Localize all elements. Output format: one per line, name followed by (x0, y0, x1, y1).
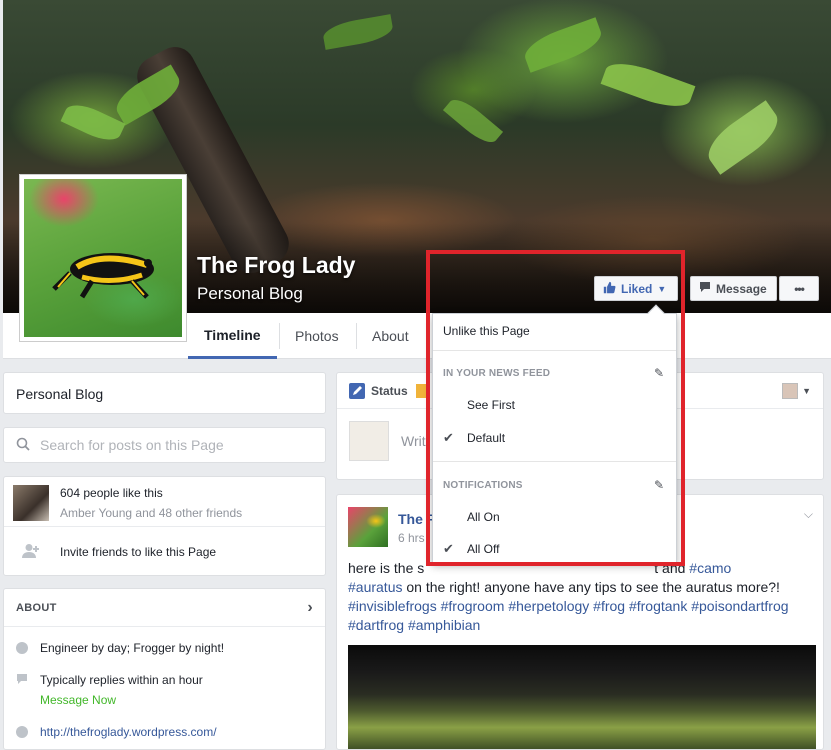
hashtag-link[interactable]: #dartfrog (348, 617, 404, 633)
page-avatar-small (782, 382, 799, 399)
news-feed-header: IN YOUR NEWS FEED (443, 368, 551, 379)
cover-leaf (321, 14, 395, 50)
composer-avatar (349, 421, 389, 461)
search-icon (16, 437, 30, 454)
about-website-row: http://thefroglady.wordpress.com/ (16, 725, 217, 739)
page-search (3, 427, 326, 463)
likes-count[interactable]: 604 people like this (60, 486, 163, 500)
category-card: Personal Blog (3, 372, 326, 414)
all-on-label: All On (467, 510, 500, 524)
liked-button-label: Liked (621, 281, 653, 296)
pencil-icon[interactable]: ✎ (654, 478, 664, 492)
likes-card: 604 people like this Amber Young and 48 … (3, 476, 326, 576)
see-first-option[interactable]: See First (433, 394, 676, 416)
globe-icon (16, 726, 28, 738)
invite-friends-label: Invite friends to like this Page (60, 545, 217, 559)
message-icon (699, 281, 711, 296)
liked-button[interactable]: Liked ▼ (594, 276, 678, 301)
page-title[interactable]: The Frog Lady (197, 252, 355, 279)
checkmark-icon: ✔ (443, 430, 454, 445)
message-now-link[interactable]: Message Now (40, 693, 203, 707)
post-text-fragment: here is the s (348, 560, 425, 576)
tab-photos[interactable]: Photos (279, 313, 355, 359)
notifications-header: NOTIFICATIONS (443, 480, 523, 491)
all-off-label: All Off (467, 542, 500, 556)
likes-friends[interactable]: Amber Young and 48 other friends (60, 506, 242, 520)
hashtag-link[interactable]: #frog (593, 598, 625, 614)
chat-icon (16, 673, 28, 707)
hashtag-link[interactable]: #invisiblefrogs (348, 598, 437, 614)
invite-friends-row[interactable]: Invite friends to like this Page (4, 528, 325, 576)
tab-about[interactable]: About (356, 313, 425, 359)
composer-input[interactable]: Writ (401, 433, 426, 449)
photo-tab-icon[interactable] (415, 383, 426, 398)
hashtag-link[interactable]: #amphibian (408, 617, 480, 633)
post-author-name[interactable]: The F (398, 511, 435, 527)
message-button[interactable]: Message (690, 276, 777, 301)
profile-picture[interactable] (19, 174, 187, 342)
add-user-icon (22, 543, 40, 562)
thumbs-up-icon (603, 281, 616, 297)
caret-down-icon: ▼ (802, 385, 811, 396)
post-text-fragment: on the right! anyone have any tips to se… (402, 579, 780, 595)
unlike-page-item[interactable]: Unlike this Page (433, 320, 676, 342)
all-on-option[interactable]: All On (433, 506, 676, 528)
cover-leaf (600, 55, 696, 115)
hashtag-link[interactable]: #frogtank (629, 598, 687, 614)
post-body: here is the st and #camo #auratus on the… (348, 559, 816, 635)
post-author-avatar[interactable] (348, 507, 388, 547)
hashtag-link[interactable]: #auratus (348, 579, 402, 595)
status-icon (349, 382, 365, 399)
message-button-label: Message (716, 281, 767, 296)
see-first-label: See First (467, 398, 516, 412)
frog-illustration (52, 253, 154, 299)
page-category: Personal Blog (197, 284, 303, 303)
checkmark-icon: ✔ (443, 541, 454, 556)
about-title: ABOUT (16, 601, 57, 614)
caret-down-icon: ▼ (657, 283, 667, 294)
hashtag-link[interactable]: #herpetology (508, 598, 589, 614)
all-off-option[interactable]: ✔ All Off (433, 538, 676, 560)
post-timestamp[interactable]: 6 hrs (398, 531, 425, 545)
unlike-page-label: Unlike this Page (443, 324, 530, 338)
audience-selector[interactable]: ▼ (782, 382, 811, 399)
about-card: ABOUT › Engineer by day; Frogger by nigh… (3, 588, 326, 750)
hashtag-link[interactable]: #frogroom (441, 598, 505, 614)
about-bio: Engineer by day; Frogger by night! (40, 641, 225, 655)
more-options-button[interactable]: ••• (779, 276, 819, 301)
friend-avatar (13, 485, 49, 521)
about-response-time: Typically replies within an hour (40, 673, 203, 687)
liked-dropdown-menu: Unlike this Page IN YOUR NEWS FEED ✎ See… (432, 304, 677, 563)
search-input[interactable] (40, 437, 310, 453)
menu-divider (433, 350, 676, 351)
chevron-right-icon: › (307, 598, 313, 616)
hashtag-link[interactable]: #camo (689, 560, 731, 576)
about-header[interactable]: ABOUT › (4, 589, 325, 627)
post-photo[interactable] (348, 645, 816, 749)
about-bio-row: Engineer by day; Frogger by night! (16, 641, 224, 655)
website-link[interactable]: http://thefroglady.wordpress.com/ (40, 725, 217, 739)
default-option[interactable]: ✔ Default (433, 427, 676, 449)
more-dots-icon: ••• (794, 281, 805, 296)
profile-photo-image (24, 179, 182, 337)
about-response-row: Typically replies within an hour Message… (16, 673, 203, 707)
default-label: Default (467, 431, 506, 445)
cover-leaf (442, 93, 504, 149)
menu-divider (433, 461, 676, 462)
tab-timeline[interactable]: Timeline (188, 313, 277, 359)
hashtag-link[interactable]: #poisondartfrog (691, 598, 788, 614)
cover-leaf (700, 100, 786, 175)
chevron-down-icon[interactable]: ⌵ (804, 507, 813, 522)
cover-leaf (520, 17, 606, 73)
likes-row[interactable]: 604 people like this Amber Young and 48 … (4, 477, 325, 527)
category-label[interactable]: Personal Blog (16, 386, 103, 402)
pencil-icon[interactable]: ✎ (654, 366, 664, 380)
status-tab[interactable]: Status (371, 384, 408, 398)
info-icon (16, 642, 28, 654)
